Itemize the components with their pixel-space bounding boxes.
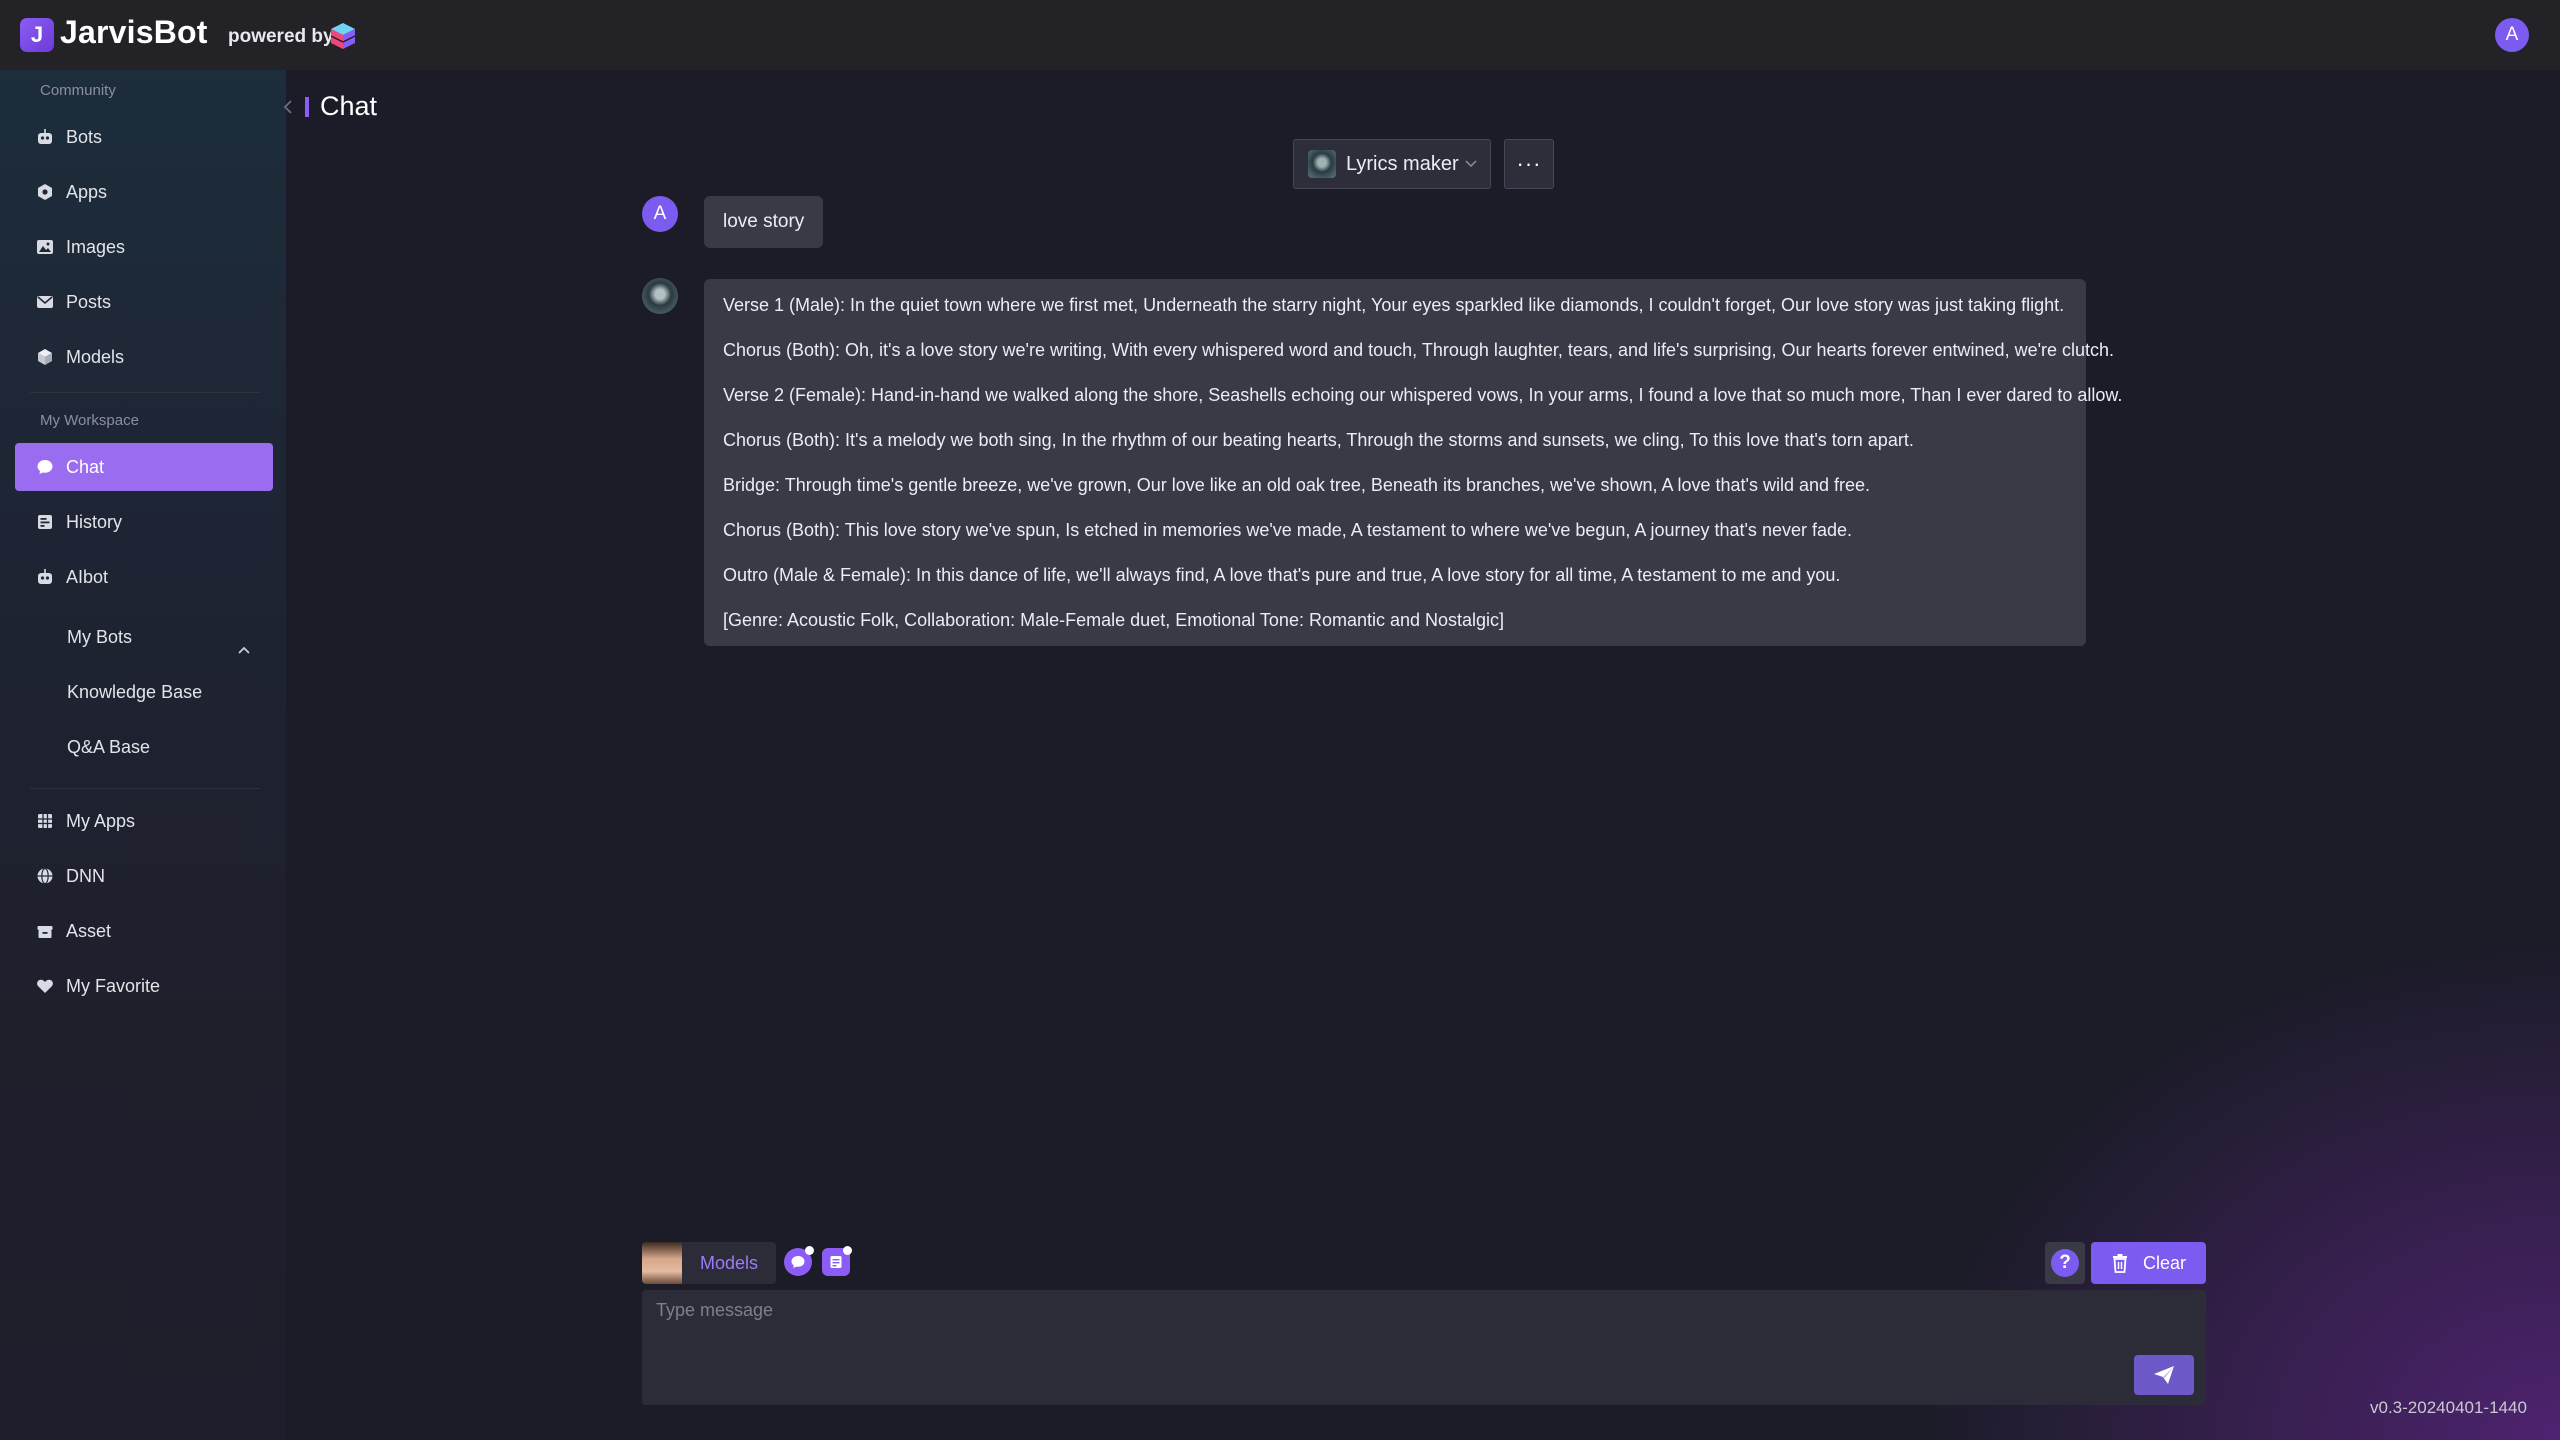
sidebar-item-images[interactable]: Images	[15, 223, 273, 271]
app-name[interactable]: JarvisBot	[60, 14, 208, 51]
sidebar-item-label: Models	[66, 346, 125, 367]
sidebar-item-label: Asset	[66, 920, 112, 941]
send-paper-plane-icon	[2154, 1366, 2174, 1384]
user-avatar[interactable]: A	[2495, 18, 2529, 52]
robot-icon	[35, 567, 55, 587]
sidebar-item-chat[interactable]: Chat	[15, 443, 273, 491]
history-icon	[35, 512, 55, 532]
robot-icon	[35, 127, 55, 147]
bot-reply-line: Chorus (Both): Oh, it's a love story we'…	[723, 340, 2115, 360]
sidebar-item-label: Apps	[66, 181, 108, 202]
message-input[interactable]	[642, 1290, 2122, 1405]
heart-icon	[35, 976, 55, 996]
cube-icon	[35, 347, 55, 367]
sidebar-item-my-apps[interactable]: My Apps	[15, 797, 273, 845]
sidebar-item-aibot[interactable]: AIbot	[15, 553, 273, 601]
sidebar-item-label: Chat	[66, 456, 105, 477]
image-icon	[35, 237, 55, 257]
box-icon	[35, 921, 55, 941]
cube-stack-logo-icon[interactable]	[330, 22, 356, 50]
top-bar: J JarvisBot powered by A	[0, 0, 2560, 70]
chat-bubble-plugin-icon[interactable]	[784, 1246, 814, 1276]
sidebar-divider	[30, 392, 260, 393]
sidebar-item-apps[interactable]: Apps	[15, 168, 273, 216]
models-selector-button[interactable]: Models	[642, 1242, 776, 1284]
message-composer	[642, 1290, 2206, 1405]
section-label-my-workspace: My Workspace	[40, 412, 139, 429]
bot-reply-line: Bridge: Through time's gentle breeze, we…	[723, 475, 1871, 495]
clear-button[interactable]: Clear	[2091, 1242, 2206, 1284]
bot-reply-line: Verse 1 (Male): In the quiet town where …	[723, 295, 2065, 315]
sidebar-item-history[interactable]: History	[15, 498, 273, 546]
sidebar-item-dnn[interactable]: DNN	[15, 852, 273, 900]
version-label: v0.3-20240401-1440	[2370, 1398, 2527, 1417]
grid-icon	[35, 811, 55, 831]
mail-icon	[35, 292, 55, 312]
sidebar-item-posts[interactable]: Posts	[15, 278, 273, 326]
title-accent-bar	[305, 97, 309, 117]
badge-dot	[843, 1246, 852, 1255]
collapse-sidebar-chevron-left-icon[interactable]	[280, 96, 298, 118]
document-plugin-icon[interactable]	[822, 1246, 852, 1276]
chat-icon	[35, 457, 55, 477]
clear-label: Clear	[2142, 1252, 2186, 1273]
sidebar-item-bots[interactable]: Bots	[15, 113, 273, 161]
sidebar-item-label: My Apps	[66, 810, 136, 831]
trash-icon	[2112, 1254, 2127, 1273]
jarvisbot-logo-icon[interactable]: J	[20, 18, 54, 52]
more-options-button[interactable]: ···	[1504, 139, 1554, 189]
lyrics-maker-bot-avatar	[1308, 150, 1336, 178]
sidebar-item-asset[interactable]: Asset	[15, 907, 273, 955]
question-mark-icon: ?	[2051, 1249, 2079, 1277]
sidebar-item-models[interactable]: Models	[15, 333, 273, 381]
page-title: Chat	[320, 91, 378, 121]
chevron-up-icon[interactable]	[236, 642, 252, 658]
sidebar-item-label: Posts	[66, 291, 112, 312]
bot-reply-line: Verse 2 (Female): Hand-in-hand we walked…	[723, 385, 2123, 405]
sidebar-divider	[30, 788, 260, 789]
sidebar-item-my-favorite[interactable]: My Favorite	[15, 962, 273, 1010]
sidebar-subitem-knowledge-base[interactable]: Knowledge Base	[67, 682, 202, 703]
selected-bot-name: Lyrics maker	[1346, 152, 1459, 175]
bot-reply-line: Chorus (Both): This love story we've spu…	[723, 520, 1852, 540]
bot-message-avatar	[642, 278, 678, 314]
badge-dot	[805, 1246, 814, 1255]
user-message-avatar: A	[642, 196, 678, 232]
bot-message-bubble: Verse 1 (Male): In the quiet town where …	[704, 279, 2123, 646]
sidebar-item-label: Bots	[66, 126, 103, 147]
sidebar-item-label: DNN	[66, 865, 105, 886]
chevron-down-icon	[1465, 160, 1477, 168]
send-button[interactable]	[2134, 1355, 2194, 1395]
sidebar-item-label: AIbot	[66, 566, 109, 587]
sidebar-item-label: Images	[66, 236, 126, 257]
bot-reply-line: [Genre: Acoustic Folk, Collaboration: Ma…	[723, 610, 1505, 630]
sidebar-item-label: My Favorite	[66, 975, 161, 996]
help-button[interactable]: ?	[2045, 1242, 2085, 1284]
bot-reply-line: Outro (Male & Female): In this dance of …	[723, 565, 1841, 585]
sidebar-item-label: History	[66, 511, 123, 532]
section-label-community: Community	[40, 82, 116, 99]
bot-reply-line: Chorus (Both): It's a melody we both sin…	[723, 430, 1914, 450]
hexagon-icon	[35, 182, 55, 202]
sidebar-subitem-qa-base[interactable]: Q&A Base	[67, 737, 150, 758]
bot-selector-dropdown[interactable]: Lyrics maker	[1293, 139, 1491, 189]
powered-by-label: powered by	[228, 26, 334, 47]
models-label: Models	[700, 1252, 759, 1273]
user-message-bubble: love story	[704, 196, 824, 248]
sidebar: Community Bots Apps Images Posts Models …	[0, 70, 286, 1440]
sidebar-subitem-my-bots[interactable]: My Bots	[67, 627, 132, 648]
model-avatar	[642, 1242, 682, 1284]
globe-icon	[35, 866, 55, 886]
